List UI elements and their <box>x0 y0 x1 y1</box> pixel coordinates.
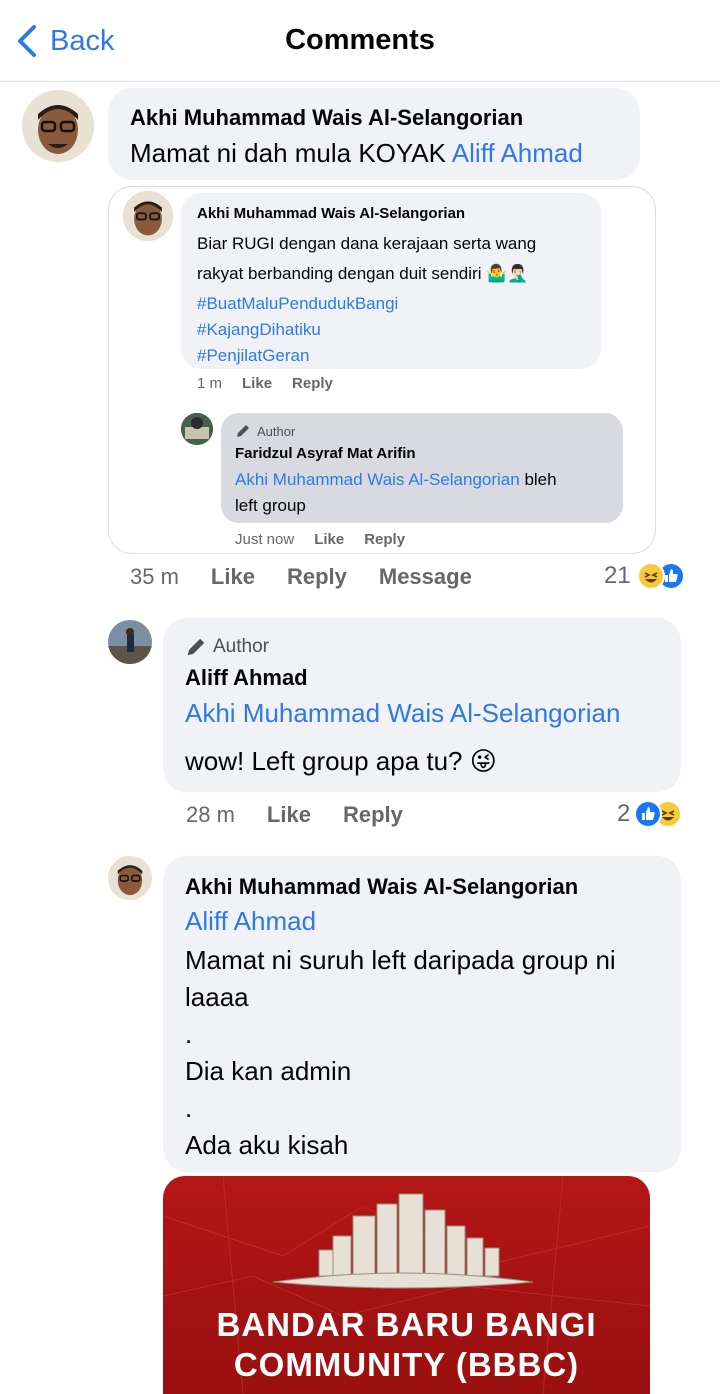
mention-link[interactable]: Akhi Muhammad Wais Al-Selangorian <box>235 470 520 489</box>
avatar[interactable] <box>22 90 94 162</box>
comment-line: . <box>185 1019 193 1049</box>
reply-button[interactable]: Reply <box>343 802 403 828</box>
comment-bubble: Author Aliff Ahmad Akhi Muhammad Wais Al… <box>163 618 681 792</box>
comment-bubble: Akhi Muhammad Wais Al-Selangorian Mamat … <box>108 88 640 180</box>
mention-link[interactable]: Akhi Muhammad Wais Al-Selangorian <box>185 698 620 729</box>
message-button[interactable]: Message <box>379 564 472 590</box>
comment-author[interactable]: Aliff Ahmad <box>185 665 308 691</box>
like-reaction-icon <box>634 800 663 828</box>
comment-line: . <box>185 1093 193 1123</box>
comment-line: Dia kan admin <box>185 1056 352 1086</box>
timestamp: Just now <box>235 531 295 548</box>
shared-comment-card[interactable]: Akhi Muhammad Wais Al-Selangorian Biar R… <box>108 186 656 554</box>
like-button[interactable]: Like <box>211 564 255 590</box>
comment-author[interactable]: Akhi Muhammad Wais Al-Selangorian <box>130 105 523 131</box>
timestamp: 28 m <box>186 802 235 827</box>
hashtag-link[interactable]: #BuatMaluPendudukBangi <box>197 291 398 317</box>
mention-link[interactable]: Aliff Ahmad <box>452 138 583 168</box>
shared-text: Biar RUGI dengan dana kerajaan serta wan… <box>197 229 597 289</box>
shared-actions: 1 m Like Reply <box>197 375 333 392</box>
shared-bubble: Akhi Muhammad Wais Al-Selangorian Biar R… <box>181 193 601 369</box>
comment-line: Ada aku kisah <box>185 1130 349 1160</box>
hashtag-link[interactable]: #PenjilatGeran <box>197 343 398 369</box>
author-tag: Author <box>235 423 295 439</box>
nested-text: Akhi Muhammad Wais Al-Selangorian bleh l… <box>235 467 615 519</box>
comment-bubble: Akhi Muhammad Wais Al-Selangorian Aliff … <box>163 856 681 1172</box>
reaction-summary[interactable]: 21 <box>604 562 685 590</box>
like-button[interactable]: Like <box>267 802 311 828</box>
author-tag-label: Author <box>257 423 296 439</box>
comment-text-body: Mamat ni dah mula KOYAK <box>130 138 446 168</box>
shared-line-2: rakyat berbanding dengan duit sendiri 🤷‍… <box>197 264 529 283</box>
comment-author[interactable]: Akhi Muhammad Wais Al-Selangorian <box>185 874 578 900</box>
timestamp: 1 m <box>197 375 223 392</box>
comment-text: wow! Left group apa tu? 😜 <box>185 746 497 776</box>
reaction-count: 21 <box>604 562 631 589</box>
avatar[interactable] <box>108 620 152 664</box>
author-tag-label: Author <box>213 636 269 657</box>
attached-image[interactable]: BANDAR BARU BANGI COMMUNITY (BBBC) <box>163 1176 650 1394</box>
avatar[interactable] <box>108 856 152 900</box>
author-tag: Author <box>185 636 269 658</box>
avatar[interactable] <box>181 413 213 445</box>
header-bar: Back Comments <box>0 0 720 82</box>
nested-actions: Just now Like Reply <box>235 531 405 548</box>
reaction-summary[interactable]: 2 <box>617 800 683 828</box>
shared-line-1: Biar RUGI dengan dana kerajaan serta wan… <box>197 234 537 253</box>
mention-link[interactable]: Aliff Ahmad <box>185 906 316 937</box>
reply-button[interactable]: Reply <box>287 564 347 590</box>
nested-text-after: bleh <box>519 470 557 489</box>
page-title: Comments <box>285 24 435 56</box>
comment-text: Mamat ni suruh left daripada group ni la… <box>185 942 675 1164</box>
pencil-icon <box>187 638 205 656</box>
pencil-icon <box>237 425 249 437</box>
like-button[interactable]: Like <box>242 375 272 392</box>
shared-author[interactable]: Akhi Muhammad Wais Al-Selangorian <box>197 205 465 222</box>
timestamp: 35 m <box>130 564 179 589</box>
reply-button[interactable]: Reply <box>364 531 405 548</box>
like-button[interactable]: Like <box>314 531 344 548</box>
banner-title: BANDAR BARU BANGI <box>216 1306 597 1343</box>
nested-bubble: Author Faridzul Asyraf Mat Arifin Akhi M… <box>221 413 623 523</box>
comment-actions: 28 m Like Reply <box>186 802 403 828</box>
haha-reaction-icon <box>636 562 665 590</box>
comment-text: Mamat ni dah mula KOYAK Aliff Ahmad <box>130 138 583 169</box>
banner-subtitle: COMMUNITY (BBBC) <box>233 1346 580 1383</box>
reply-button[interactable]: Reply <box>292 375 333 392</box>
nested-author[interactable]: Faridzul Asyraf Mat Arifin <box>235 445 416 462</box>
avatar[interactable] <box>123 191 173 241</box>
hashtag-link[interactable]: #KajangDihatiku <box>197 317 398 343</box>
hashtag-list: #BuatMaluPendudukBangi #KajangDihatiku #… <box>197 291 398 369</box>
comment-line: Mamat ni suruh left daripada group ni <box>185 945 616 975</box>
comment-line: laaaa <box>185 982 249 1012</box>
comment-actions: 35 m Like Reply Message <box>130 564 472 590</box>
nested-text-line2: left group <box>235 496 306 515</box>
reaction-count: 2 <box>617 800 631 827</box>
